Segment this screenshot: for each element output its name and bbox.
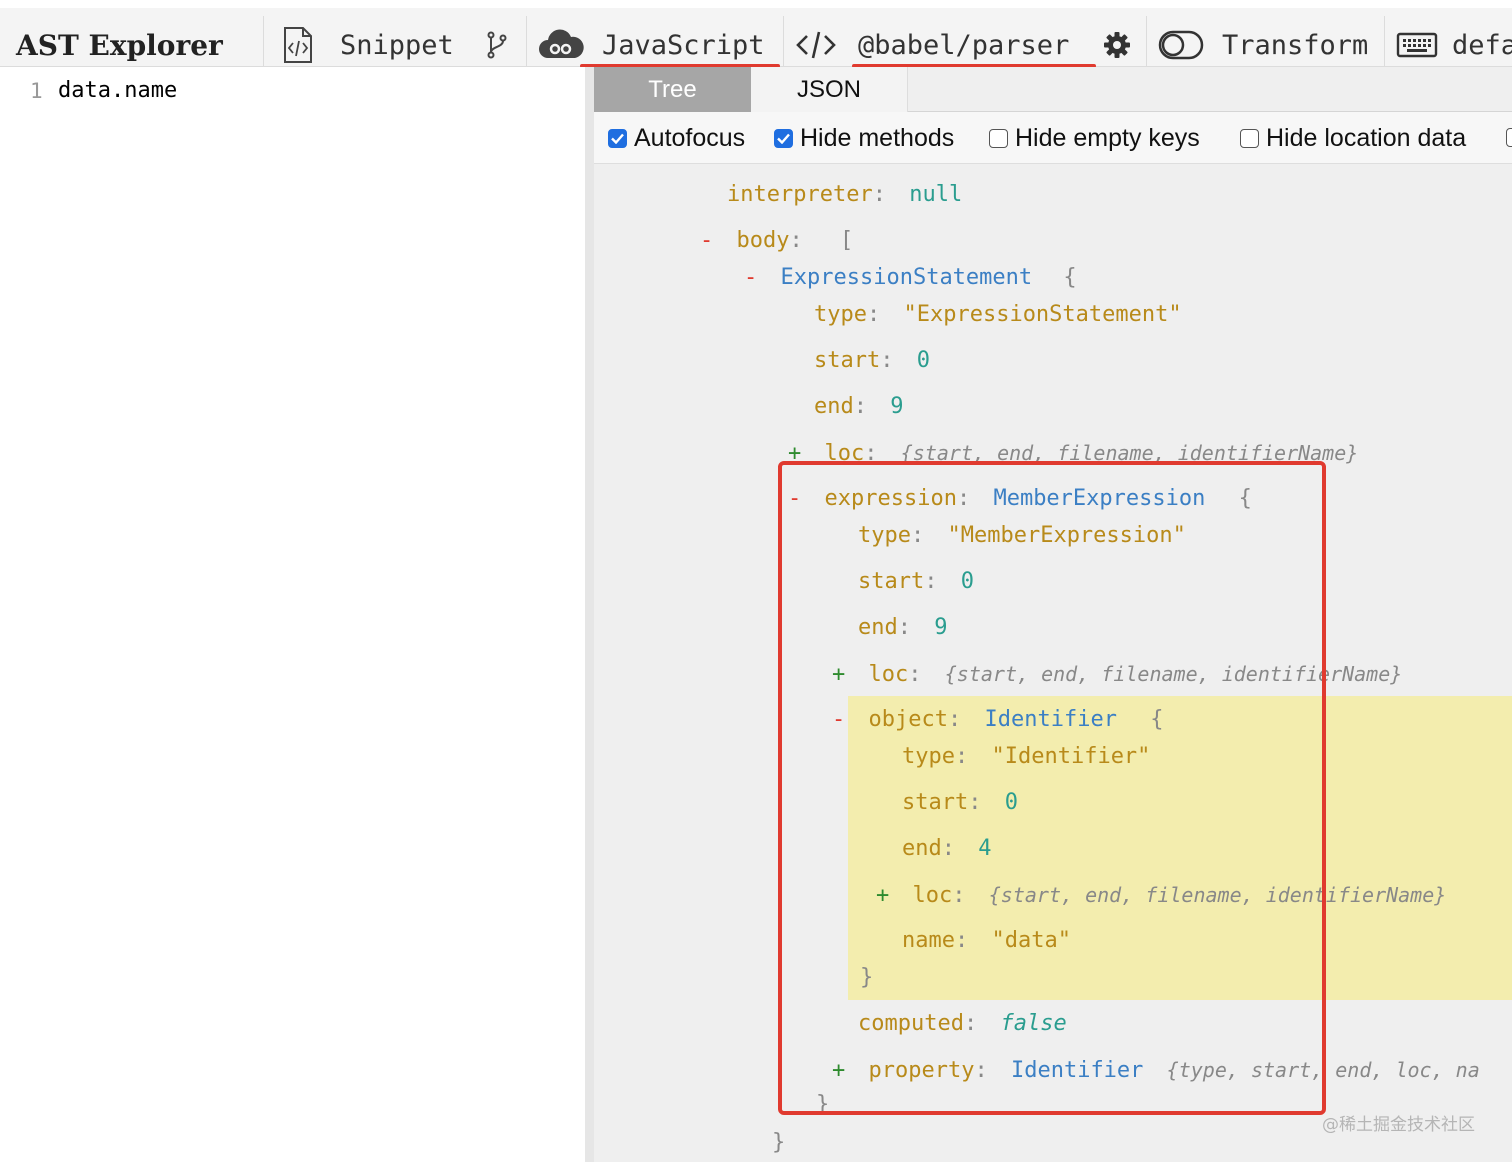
transform-label: Transform [1222, 29, 1369, 61]
app-title[interactable]: AST Explorer [16, 16, 223, 74]
watermark: @稀土掘金技术社区 [1322, 1115, 1475, 1135]
toolbar-divider [263, 16, 264, 74]
line-number: 1 [30, 79, 43, 103]
tree-options: Autofocus Hide methods Hide empty keys H… [594, 112, 1512, 164]
option-label: Hide location data [1266, 124, 1467, 152]
snippet-button[interactable]: Snippet [282, 16, 454, 74]
checkbox-unchecked-icon[interactable] [1506, 128, 1512, 147]
tab-json[interactable]: JSON [751, 67, 908, 112]
tree-row-interpreter[interactable]: interpreter: null [727, 180, 962, 210]
code-editor[interactable]: 1 data.name [0, 67, 585, 1162]
tree-row-close: } [772, 1130, 786, 1155]
checkbox-checked-icon[interactable] [774, 129, 793, 148]
tree-row-type[interactable]: type: "ExpressionStatement" [814, 300, 1182, 330]
cloud-icon [539, 29, 584, 58]
snippet-label: Snippet [340, 29, 454, 61]
parser-label: @babel/parser [858, 29, 1070, 61]
option-label: Hide methods [800, 124, 955, 152]
toggle-off-icon [1158, 30, 1204, 60]
toolbar-divider [1146, 16, 1147, 74]
keymap-select[interactable]: defa [1396, 16, 1512, 74]
option-hide-location-data[interactable]: Hide location data [1240, 124, 1466, 153]
option-hide-empty-keys[interactable]: Hide empty keys [989, 124, 1200, 153]
collapse-toggle[interactable]: - [700, 228, 713, 253]
output-panel: Tree JSON Autofocus Hide methods Hide em… [594, 67, 1512, 1162]
output-tabs: Tree JSON [594, 67, 1512, 112]
code-icon [796, 31, 836, 59]
split-divider[interactable] [585, 67, 594, 1162]
tree-row-end[interactable]: end: 9 [814, 392, 904, 422]
fork-button[interactable] [486, 16, 508, 74]
keyboard-icon [1396, 32, 1438, 58]
toolbar-divider [783, 16, 784, 74]
transform-toggle[interactable]: Transform [1158, 16, 1368, 74]
git-branch-icon [487, 31, 507, 59]
annotation-box [778, 461, 1326, 1115]
toolbar-divider [1384, 16, 1385, 74]
tree-row-body[interactable]: - body: [ [700, 226, 853, 256]
option-hide-methods[interactable]: Hide methods [774, 124, 954, 153]
code-line[interactable]: data.name [58, 78, 177, 103]
toolbar-divider [526, 16, 527, 74]
tree-row-start[interactable]: start: 0 [814, 346, 930, 376]
tab-tree[interactable]: Tree [594, 67, 751, 112]
file-code-icon [284, 27, 312, 63]
option-label: Autofocus [634, 124, 746, 152]
option-autofocus[interactable]: Autofocus [608, 124, 745, 153]
option-label: Hide empty keys [1015, 124, 1200, 152]
keymap-label: defa [1452, 29, 1512, 61]
checkbox-unchecked-icon[interactable] [1240, 129, 1259, 148]
parser-settings-button[interactable] [1102, 16, 1132, 74]
checkbox-unchecked-icon[interactable] [989, 129, 1008, 148]
tree-row-expression-statement[interactable]: - ExpressionStatement { [744, 263, 1077, 293]
language-label: JavaScript [602, 29, 765, 61]
toolbar: AST Explorer Snippet JavaScript @babel/p… [0, 0, 1512, 74]
gear-icon [1104, 32, 1130, 58]
collapse-toggle[interactable]: - [744, 265, 757, 290]
checkbox-checked-icon[interactable] [608, 129, 627, 148]
ast-tree: interpreter: null - body: [ - Expression… [594, 164, 1512, 1162]
app-title-text: AST Explorer [16, 28, 223, 62]
